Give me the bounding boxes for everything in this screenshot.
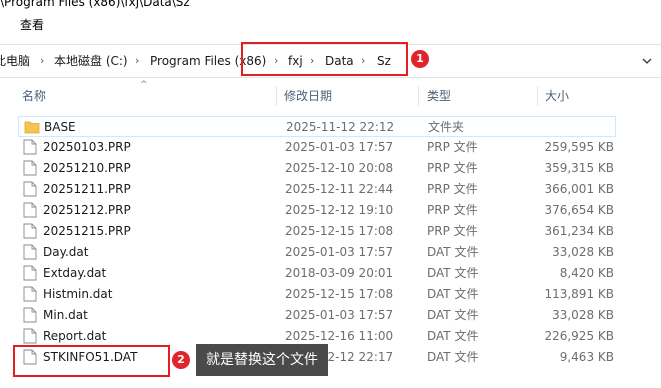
file-row[interactable]: Day.dat 2025-01-03 17:57 DAT 文件 33,028 K…	[18, 242, 616, 263]
file-row[interactable]: 20251211.PRP 2025-12-11 22:44 PRP 文件 366…	[18, 179, 616, 200]
file-type: DAT 文件	[427, 308, 479, 322]
chevron-down-icon[interactable]	[641, 55, 653, 67]
file-size: 259,595 KB	[544, 140, 614, 154]
file-name: 20251215.PRP	[43, 224, 131, 238]
file-row[interactable]: Histmin.dat 2025-12-15 17:08 DAT 文件 113,…	[18, 284, 616, 305]
window-path-title: \Program Files (x86)\fxj\Data\Sz	[0, 0, 190, 9]
file-date: 2025-12-10 20:08	[285, 161, 394, 175]
column-divider[interactable]	[418, 86, 419, 106]
column-header-type[interactable]: 类型	[427, 84, 451, 108]
file-date: 2025-01-03 17:57	[285, 140, 394, 154]
file-size: 366,001 KB	[544, 182, 614, 196]
file-size: 376,654 KB	[544, 203, 614, 217]
file-date: 2025-01-03 17:57	[285, 245, 394, 259]
file-size: 33,028 KB	[552, 308, 614, 322]
file-icon	[23, 202, 37, 218]
file-name: Min.dat	[43, 308, 88, 322]
file-name: BASE	[44, 120, 76, 134]
file-row[interactable]: 20250103.PRP 2025-01-03 17:57 PRP 文件 259…	[18, 137, 616, 158]
file-icon	[23, 328, 37, 344]
column-header-row: ^ 名称 修改日期 类型 大小	[0, 80, 661, 108]
file-size: 361,234 KB	[544, 224, 614, 238]
file-size: 33,028 KB	[552, 245, 614, 259]
column-divider[interactable]	[537, 86, 538, 106]
file-date: 2025-12-15 17:08	[285, 287, 394, 301]
file-type: PRP 文件	[427, 182, 478, 196]
column-divider[interactable]	[276, 86, 277, 106]
file-date: 2025-01-03 17:57	[285, 308, 394, 322]
folder-icon	[24, 121, 40, 134]
file-row[interactable]: 20251215.PRP 2025-12-15 17:08 PRP 文件 361…	[18, 221, 616, 242]
file-date: 2025-12-12 19:10	[285, 203, 394, 217]
file-name: Report.dat	[43, 329, 107, 343]
file-date: 2025-11-12 22:12	[286, 120, 395, 134]
column-header-date[interactable]: 修改日期	[284, 84, 332, 108]
file-name: 20251211.PRP	[43, 182, 131, 196]
file-name: Extday.dat	[43, 266, 107, 280]
file-icon	[23, 286, 37, 302]
file-type: DAT 文件	[427, 329, 479, 343]
file-icon	[23, 181, 37, 197]
column-header-name[interactable]: 名称	[22, 84, 46, 108]
file-icon	[23, 160, 37, 176]
file-name: Histmin.dat	[43, 287, 113, 301]
column-header-size[interactable]: 大小	[545, 84, 569, 108]
highlight-box-target-file	[13, 345, 170, 377]
file-type: 文件夹	[428, 120, 465, 134]
file-name: 20250103.PRP	[43, 140, 131, 154]
tab-view[interactable]: 查看	[10, 15, 54, 35]
file-type: PRP 文件	[427, 224, 478, 238]
file-date: 2025-12-15 17:08	[285, 224, 394, 238]
file-size: 226,925 KB	[544, 329, 614, 343]
file-date: 2025-12-11 22:44	[285, 182, 394, 196]
file-type: DAT 文件	[427, 245, 479, 259]
file-date: 2018-03-09 20:01	[285, 266, 394, 280]
file-size: 113,891 KB	[544, 287, 614, 301]
breadcrumb-separator[interactable]: ›	[40, 45, 44, 77]
window-title-bar: \Program Files (x86)\fxj\Data\Sz	[0, 0, 661, 12]
file-type: PRP 文件	[427, 140, 478, 154]
file-icon	[23, 139, 37, 155]
file-type: DAT 文件	[427, 350, 479, 364]
ribbon: 查看	[0, 12, 661, 38]
file-row[interactable]: 20251212.PRP 2025-12-12 19:10 PRP 文件 376…	[18, 200, 616, 221]
annotation-marker-1: 1	[411, 50, 429, 68]
file-icon	[23, 265, 37, 281]
annotation-tooltip: 就是替换这个文件	[196, 344, 328, 376]
file-row-base[interactable]: BASE 2025-11-12 22:12 文件夹	[18, 116, 616, 137]
file-row[interactable]: Min.dat 2025-01-03 17:57 DAT 文件 33,028 K…	[18, 305, 616, 326]
file-row[interactable]: 20251210.PRP 2025-12-10 20:08 PRP 文件 359…	[18, 158, 616, 179]
annotation-marker-2: 2	[172, 351, 190, 369]
file-icon	[23, 223, 37, 239]
breadcrumb-this-pc[interactable]: 此电脑	[0, 45, 30, 77]
file-name: Day.dat	[43, 245, 89, 259]
file-size: 359,315 KB	[544, 161, 614, 175]
breadcrumb-separator[interactable]: ›	[135, 45, 139, 77]
file-name: 20251212.PRP	[43, 203, 131, 217]
file-icon	[23, 244, 37, 260]
sort-up-icon: ^	[140, 80, 148, 90]
file-row[interactable]: Extday.dat 2018-03-09 20:01 DAT 文件 8,420…	[18, 263, 616, 284]
highlight-box-path	[241, 42, 408, 76]
file-icon	[23, 307, 37, 323]
file-type: DAT 文件	[427, 266, 479, 280]
file-type: PRP 文件	[427, 203, 478, 217]
file-type: DAT 文件	[427, 287, 479, 301]
breadcrumb-local-disk[interactable]: 本地磁盘 (C:)	[54, 45, 128, 77]
file-size: 9,463 KB	[559, 350, 614, 364]
file-type: PRP 文件	[427, 161, 478, 175]
file-size: 8,420 KB	[559, 266, 614, 280]
file-name: 20251210.PRP	[43, 161, 131, 175]
